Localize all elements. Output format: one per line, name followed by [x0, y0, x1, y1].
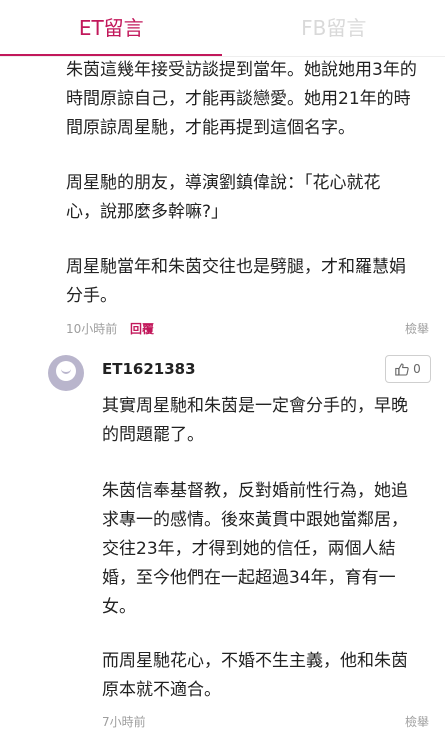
comment-text-line: 朱茵信奉基督教，反對婚前性行為，她追	[102, 481, 408, 501]
comment-text-line: 而周星馳花心，不婚不生主義，他和朱茵	[102, 651, 408, 671]
comment-paragraph: 其實周星馳和朱茵是一定會分手的，早晚 的問題罷了。	[102, 392, 408, 450]
comment-text-line: 心，說那麼多幹嘛?」	[66, 202, 229, 222]
reply-button[interactable]: 回覆	[130, 320, 154, 337]
comment-timestamp: 7小時前	[102, 715, 146, 729]
comment-text-line: 交往23年，才得到她的信任，兩個人結	[102, 539, 396, 559]
comment-text-line: 周星馳的朋友，導演劉鎮偉說：「花心就花	[66, 173, 381, 193]
tab-et-comments[interactable]: ET留言	[0, 0, 223, 56]
comment-text-line: 其實周星馳和朱茵是一定會分手的，早晚	[102, 396, 408, 416]
comment-text-line: 原本就不適合。	[102, 680, 221, 700]
comment-text-line: 婚，至今他們在一起超過34年，育有一	[102, 568, 396, 588]
comment-text-line: 求專一的感情。後來黃貫中跟她當鄰居，	[102, 510, 408, 530]
avatar[interactable]	[48, 355, 84, 391]
comment-paragraph: 周星馳當年和朱茵交往也是劈腿，才和羅慧娟 分手。	[66, 253, 406, 311]
like-count: 0	[413, 362, 421, 376]
comment-text-line: 朱茵這幾年接受訪談提到當年。她說她用3年的	[66, 60, 417, 80]
comment-text-line: 時間原諒自己，才能再談戀愛。她用21年的時	[66, 89, 411, 109]
comment-text-line: 周星馳當年和朱茵交往也是劈腿，才和羅慧娟	[66, 257, 406, 277]
comment-text-line: 女。	[102, 597, 136, 617]
comment-text-line: 間原諒周星馳，才能再提到這個名字。	[66, 118, 355, 138]
comment-text-line: 分手。	[66, 286, 117, 306]
report-button[interactable]: 檢舉	[405, 320, 429, 337]
comment-username[interactable]: ET1621383	[102, 360, 196, 378]
comment-timestamp: 10小時前	[66, 322, 118, 336]
report-button[interactable]: 檢舉	[405, 713, 429, 730]
comment-paragraph: 朱茵信奉基督教，反對婚前性行為，她追 求專一的感情。後來黃貫中跟她當鄰居， 交往…	[102, 477, 408, 622]
comment-tabs: ET留言 FB留言	[0, 0, 445, 56]
comment-paragraph: 朱茵這幾年接受訪談提到當年。她說她用3年的 時間原諒自己，才能再談戀愛。她用21…	[66, 56, 417, 143]
like-button[interactable]: 0	[385, 355, 431, 383]
comment-paragraph: 而周星馳花心，不婚不生主義，他和朱茵 原本就不適合。	[102, 647, 408, 705]
comment-paragraph: 周星馳的朋友，導演劉鎮偉說：「花心就花 心，說那麼多幹嘛?」	[66, 169, 381, 227]
comment-text-line: 的問題罷了。	[102, 425, 204, 445]
tab-fb-comments[interactable]: FB留言	[223, 0, 445, 56]
thumbs-up-icon	[395, 362, 409, 376]
